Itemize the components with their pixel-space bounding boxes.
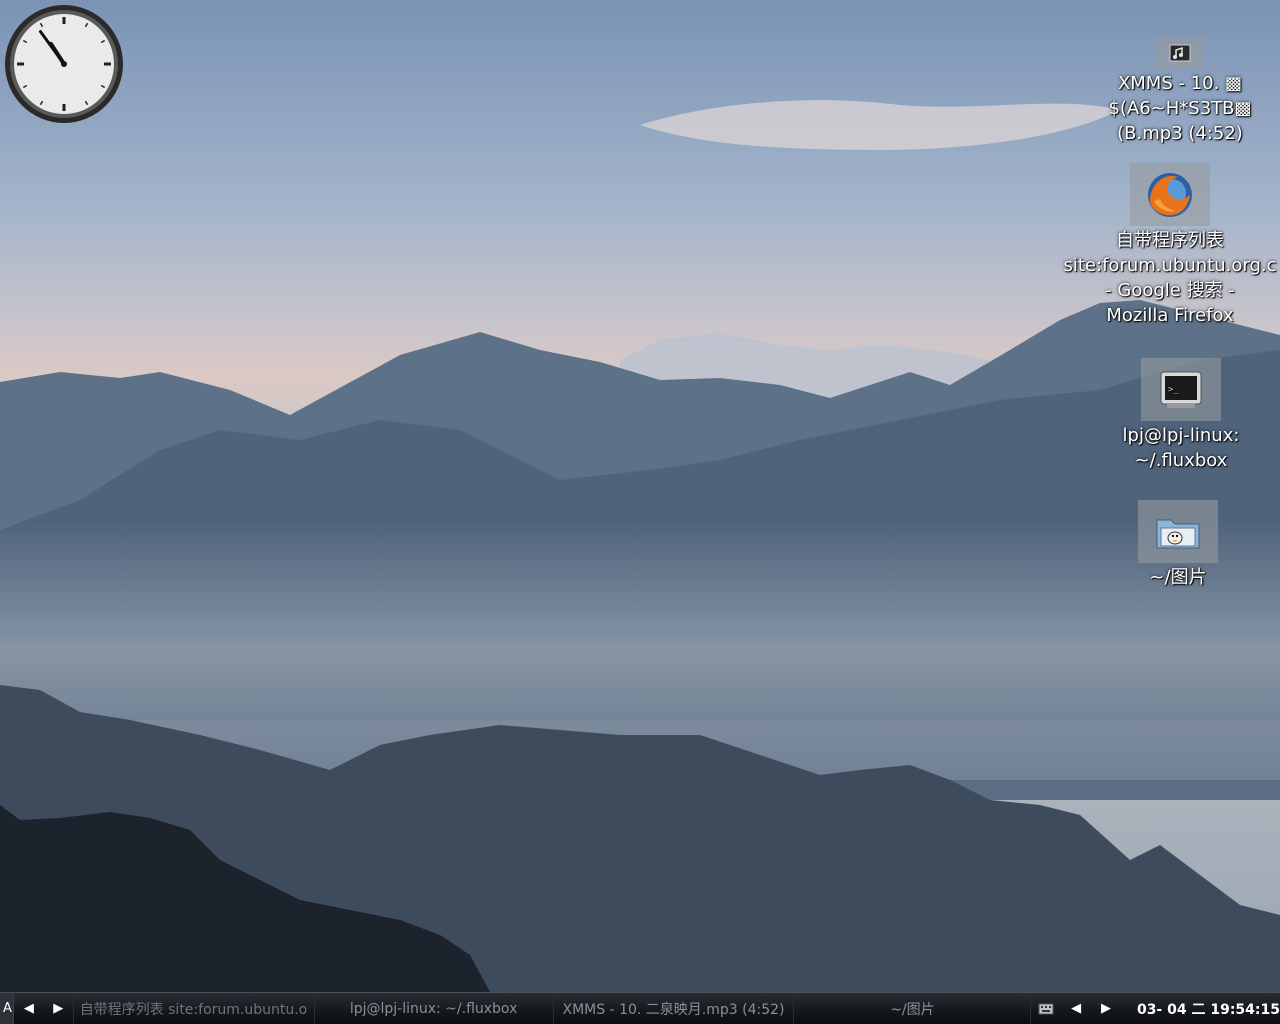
desktop-icon-terminal[interactable]: >_ lpj@lpj-linux: ~/.fluxbox (1110, 358, 1252, 473)
firefox-icon (1130, 163, 1210, 226)
arrow-left-icon: ◀ (1071, 1001, 1082, 1016)
desktop-icon-xmms[interactable]: XMMS - 10. ▩ $(A6~H*S3TB▩ (B.mp3 (4:52) (1104, 37, 1256, 146)
arrow-right-icon: ▶ (53, 1001, 64, 1016)
taskbar: A ◀ ▶ 自带程序列表 site:forum.ubuntu.o lpj@lpj… (0, 992, 1280, 1024)
workspace-label[interactable]: A (0, 992, 14, 1024)
folder-icon (1138, 500, 1218, 563)
desktop-icon-pictures[interactable]: ~/图片 (1128, 500, 1228, 590)
next-workspace-button[interactable]: ▶ (44, 992, 74, 1024)
prev-workspace-button[interactable]: ◀ (14, 993, 44, 1024)
taskbar-task-xmms[interactable]: XMMS - 10. 二泉映月.mp3 (4:52) (554, 992, 795, 1024)
systray-icon[interactable] (1031, 993, 1061, 1024)
taskbar-task-terminal[interactable]: lpj@lpj-linux: ~/.fluxbox (315, 992, 554, 1024)
svg-text:>_: >_ (1168, 385, 1179, 395)
taskbar-clock: 03- 04 二 19:54:15 (1136, 1001, 1280, 1018)
arrow-right-icon: ▶ (1101, 1001, 1112, 1016)
prev-window-button[interactable]: ◀ (1061, 993, 1091, 1024)
desktop-icon-firefox[interactable]: 自带程序列表 site:forum.ubuntu.org.c - Google … (1060, 163, 1280, 328)
desktop-wallpaper (0, 0, 1280, 992)
terminal-icon: >_ (1141, 358, 1221, 421)
desktop-icon-label: XMMS - 10. ▩ $(A6~H*S3TB▩ (B.mp3 (4:52) (1108, 73, 1252, 144)
xmms-icon (1156, 37, 1204, 69)
arrow-left-icon: ◀ (23, 1001, 34, 1016)
desktop-icon-label: ~/图片 (1149, 567, 1207, 588)
taskbar-task-pictures[interactable]: ~/图片 (794, 992, 1032, 1024)
next-window-button[interactable]: ▶ (1091, 993, 1121, 1024)
desktop-icon-label: lpj@lpj-linux: ~/.fluxbox (1122, 425, 1240, 471)
keyboard-icon (1038, 1003, 1054, 1014)
desktop-icon-label: 自带程序列表 site:forum.ubuntu.org.c - Google … (1063, 230, 1277, 326)
taskbar-task-firefox[interactable]: 自带程序列表 site:forum.ubuntu.o (74, 992, 315, 1024)
clock-widget (5, 5, 123, 123)
